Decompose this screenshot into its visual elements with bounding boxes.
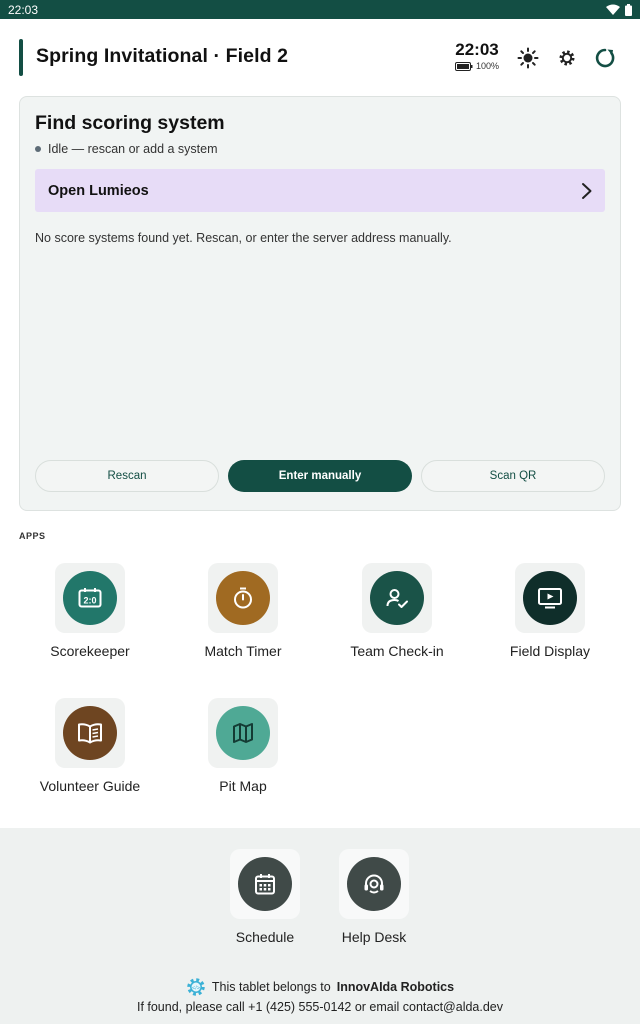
app-team-check-in[interactable]: Team Check-in [332, 563, 462, 659]
book-icon [78, 723, 102, 744]
app-label: Volunteer Guide [39, 778, 141, 794]
app-volunteer-guide[interactable]: Volunteer Guide [25, 698, 155, 794]
scan-status-text: Idle — rescan or add a system [48, 142, 218, 156]
app-field-display[interactable]: Field Display [485, 563, 615, 659]
rescan-button[interactable]: Rescan [35, 460, 219, 492]
battery-icon [454, 61, 473, 71]
app-label: Match Timer [204, 643, 282, 659]
title-accent-bar [19, 39, 23, 76]
headset-icon [364, 874, 384, 894]
find-scoring-card: Find scoring system Idle — rescan or add… [19, 96, 621, 511]
scan-status: Idle — rescan or add a system [35, 142, 218, 156]
app-label: Pit Map [219, 778, 267, 794]
brightness-icon[interactable] [516, 46, 540, 70]
battery-percent: 100% [475, 61, 500, 71]
stopwatch-icon [234, 587, 252, 609]
settings-gear-icon[interactable] [555, 46, 579, 70]
card-title: Find scoring system [35, 112, 225, 134]
owner-line: </> This tablet belongs to InnovAIda Rob… [0, 977, 640, 997]
app-scorekeeper[interactable]: 2:0 Scorekeeper [25, 563, 155, 659]
scan-qr-button[interactable]: Scan QR [421, 460, 605, 492]
status-bar: 22:03 [0, 0, 640, 19]
app-label: Scorekeeper [50, 643, 130, 659]
svg-text:</>: </> [192, 985, 200, 991]
header: Spring Invitational · Field 2 22:03 100% [0, 19, 640, 96]
status-time: 22:03 [8, 2, 39, 17]
chevron-right-icon [582, 182, 592, 199]
owner-prefix: This tablet belongs to [211, 980, 331, 994]
app-match-timer[interactable]: Match Timer [178, 563, 308, 659]
footer: Schedule Help Desk </> This tablet belon… [0, 828, 640, 1024]
page-title: Spring Invitational · Field 2 [36, 45, 289, 67]
app-pit-map[interactable]: Pit Map [178, 698, 308, 794]
open-lumieos-row[interactable]: Open Lumieos [35, 169, 605, 212]
map-icon [233, 723, 253, 743]
app-label: Field Display [509, 643, 591, 659]
svg-text:2:0: 2:0 [83, 596, 96, 606]
enter-manually-button[interactable]: Enter manually [228, 460, 412, 492]
apps-section-label: APPS [19, 531, 46, 541]
app-label: Schedule [235, 929, 295, 945]
refresh-icon[interactable] [593, 46, 617, 70]
display-icon [538, 588, 562, 609]
scoreboard-icon: 2:0 [78, 588, 102, 608]
app-help-desk[interactable]: Help Desk [309, 849, 439, 945]
app-label: Help Desk [341, 929, 407, 945]
open-lumieos-label: Open Lumieos [48, 182, 149, 199]
owner-name: InnovAIda Robotics [336, 980, 455, 994]
app-label: Team Check-in [350, 643, 444, 659]
wifi-icon [606, 4, 620, 15]
status-dot-icon [35, 146, 41, 152]
calendar-icon [255, 874, 275, 895]
clock-time: 22:03 [455, 40, 499, 59]
battery-status-icon [625, 3, 632, 16]
brand-gear-icon: </> [187, 978, 205, 996]
empty-message: No score systems found yet. Rescan, or e… [35, 231, 452, 245]
clock-widget: 22:03 100% [452, 40, 502, 71]
contact-line: If found, please call +1 (425) 555-0142 … [136, 1000, 504, 1014]
person-check-icon [386, 589, 408, 608]
